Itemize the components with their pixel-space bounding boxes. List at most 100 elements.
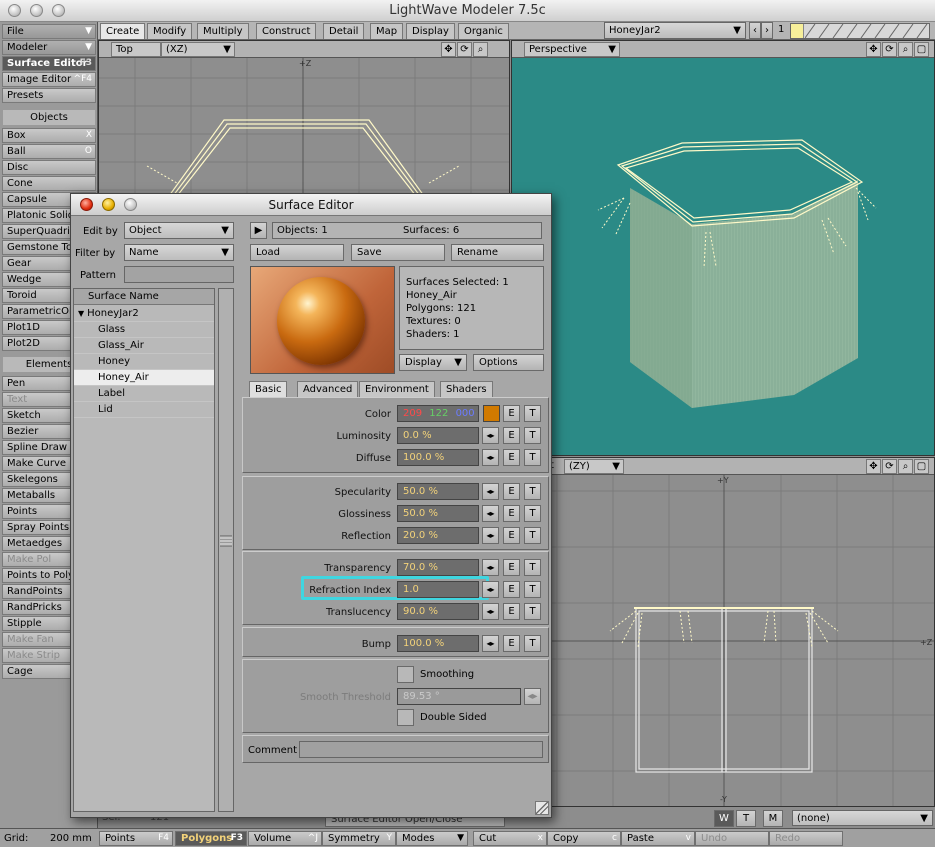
symmetry-button[interactable]: Symmetry Y bbox=[322, 831, 396, 846]
luminosity-field[interactable]: 0.0 % bbox=[397, 427, 479, 444]
double-sided-checkbox[interactable] bbox=[397, 709, 414, 726]
luminosity-envelope-button[interactable]: E bbox=[503, 427, 520, 444]
transparency-field[interactable]: 70.0 % bbox=[397, 559, 479, 576]
redo-button[interactable]: Redo bbox=[769, 831, 843, 846]
reflection-field[interactable]: 20.0 % bbox=[397, 527, 479, 544]
undo-button[interactable]: Undo bbox=[695, 831, 769, 846]
subtab-environment[interactable]: Environment bbox=[359, 381, 435, 397]
surface-list-item[interactable]: Honey_Air bbox=[74, 370, 214, 386]
surface-preview[interactable] bbox=[250, 266, 395, 374]
surface-list-item[interactable]: Honey bbox=[74, 354, 214, 370]
maximize-view-icon[interactable]: ▢ bbox=[914, 459, 929, 474]
color-envelope-button[interactable]: E bbox=[503, 405, 520, 422]
points-button[interactable]: Points F4 bbox=[99, 831, 173, 846]
scrollbar-grip-icon[interactable] bbox=[220, 535, 232, 547]
bump-texture-button[interactable]: T bbox=[524, 635, 541, 652]
luminosity-stepper-icon[interactable]: ◂▸ bbox=[482, 427, 499, 444]
view-type-select[interactable]: Perspective ▼ bbox=[524, 42, 620, 57]
subtab-advanced[interactable]: Advanced bbox=[297, 381, 359, 397]
edit-by-select[interactable]: Object ▼ bbox=[124, 222, 234, 239]
paste-button[interactable]: Paste v bbox=[621, 831, 695, 846]
tab-construct[interactable]: Construct bbox=[256, 23, 317, 39]
translucency-field[interactable]: 90.0 % bbox=[397, 603, 479, 620]
diffuse-field[interactable]: 100.0 % bbox=[397, 449, 479, 466]
rotate-view-icon[interactable]: ⟳ bbox=[882, 459, 897, 474]
bump-field[interactable]: 100.0 % bbox=[397, 635, 479, 652]
refraction-index-field[interactable]: 1.0 bbox=[397, 581, 479, 598]
tab-organic[interactable]: Organic bbox=[458, 23, 509, 39]
tab-detail[interactable]: Detail bbox=[323, 23, 365, 39]
layer-bank[interactable] bbox=[790, 23, 930, 39]
load-button[interactable]: Load bbox=[250, 244, 344, 261]
modeler-menu-button[interactable]: Modeler ▼ bbox=[2, 40, 96, 55]
mode-w-button[interactable]: W bbox=[714, 810, 734, 827]
glossiness-texture-button[interactable]: T bbox=[524, 505, 541, 522]
glossiness-field[interactable]: 50.0 % bbox=[397, 505, 479, 522]
translucency-texture-button[interactable]: T bbox=[524, 603, 541, 620]
specularity-stepper-icon[interactable]: ◂▸ bbox=[482, 483, 499, 500]
surface-list-item[interactable]: Glass_Air bbox=[74, 338, 214, 354]
color-texture-button[interactable]: T bbox=[524, 405, 541, 422]
mode-m-button[interactable]: M bbox=[763, 810, 783, 827]
tab-display[interactable]: Display bbox=[406, 23, 455, 39]
display-select[interactable]: Display ▼ bbox=[399, 354, 467, 371]
color-value-field[interactable]: 209 122 000 bbox=[397, 405, 479, 422]
view-axes-select[interactable]: (XZ) ▼ bbox=[161, 42, 235, 57]
tool-disc-button[interactable]: Disc bbox=[2, 160, 96, 175]
weight-map-select[interactable]: (none) ▼ bbox=[792, 810, 933, 826]
surface-list-item[interactable]: Lid bbox=[74, 402, 214, 418]
options-button[interactable]: Options bbox=[473, 354, 544, 371]
zoom-view-icon[interactable]: ⌕ bbox=[898, 42, 913, 57]
move-view-icon[interactable]: ✥ bbox=[866, 42, 881, 57]
bump-envelope-button[interactable]: E bbox=[503, 635, 520, 652]
tool-cone-button[interactable]: Cone bbox=[2, 176, 96, 191]
comment-input[interactable] bbox=[299, 741, 543, 758]
file-menu-button[interactable]: File ▼ bbox=[2, 24, 96, 39]
object-list-item[interactable]: ▼ HoneyJar2 bbox=[74, 306, 214, 322]
smoothing-checkbox[interactable] bbox=[397, 666, 414, 683]
object-selector[interactable]: HoneyJar2 ▼ bbox=[604, 22, 746, 39]
mode-t-button[interactable]: T bbox=[736, 810, 756, 827]
reflection-texture-button[interactable]: T bbox=[524, 527, 541, 544]
tab-modify[interactable]: Modify bbox=[147, 23, 193, 39]
specularity-field[interactable]: 50.0 % bbox=[397, 483, 479, 500]
cut-button[interactable]: Cut x bbox=[473, 831, 547, 846]
transparency-texture-button[interactable]: T bbox=[524, 559, 541, 576]
volume-button[interactable]: Volume ^J bbox=[248, 831, 322, 846]
maximize-view-icon[interactable]: ▢ bbox=[914, 42, 929, 57]
diffuse-stepper-icon[interactable]: ◂▸ bbox=[482, 449, 499, 466]
smooth-threshold-stepper[interactable]: ◂▸ bbox=[524, 688, 541, 705]
refraction-index-stepper-icon[interactable]: ◂▸ bbox=[482, 581, 499, 598]
glossiness-stepper-icon[interactable]: ◂▸ bbox=[482, 505, 499, 522]
filter-by-select[interactable]: Name ▼ bbox=[124, 244, 234, 261]
surface-editor-button[interactable]: Surface Editor F3 bbox=[2, 56, 96, 71]
color-swatch[interactable] bbox=[483, 405, 500, 422]
specularity-texture-button[interactable]: T bbox=[524, 483, 541, 500]
surface-list-scrollbar[interactable] bbox=[218, 288, 234, 812]
glossiness-envelope-button[interactable]: E bbox=[503, 505, 520, 522]
tab-create[interactable]: Create bbox=[100, 23, 146, 39]
surface-list-item[interactable]: Label bbox=[74, 386, 214, 402]
diffuse-envelope-button[interactable]: E bbox=[503, 449, 520, 466]
tab-multiply[interactable]: Multiply bbox=[197, 23, 249, 39]
rotate-view-icon[interactable]: ⟳ bbox=[457, 42, 472, 57]
view-type-select[interactable]: Top bbox=[111, 42, 161, 57]
play-arrow-button[interactable]: ▶ bbox=[250, 222, 267, 239]
specularity-envelope-button[interactable]: E bbox=[503, 483, 520, 500]
prev-layer-button[interactable]: ‹ bbox=[749, 22, 761, 39]
copy-button[interactable]: Copy c bbox=[547, 831, 621, 846]
viewport-perspective[interactable]: Perspective ▼ ✥ ⟳ ⌕ ▢ bbox=[511, 40, 935, 456]
view-axes-select[interactable]: (ZY) ▼ bbox=[564, 459, 624, 474]
luminosity-texture-button[interactable]: T bbox=[524, 427, 541, 444]
save-button[interactable]: Save bbox=[351, 244, 445, 261]
subtab-shaders[interactable]: Shaders bbox=[440, 381, 493, 397]
resize-grip-icon[interactable] bbox=[535, 801, 549, 815]
next-layer-button[interactable]: › bbox=[761, 22, 773, 39]
reflection-stepper-icon[interactable]: ◂▸ bbox=[482, 527, 499, 544]
refraction-index-texture-button[interactable]: T bbox=[524, 581, 541, 598]
viewport-right[interactable]: t (ZY)▼ ✥ ⟳ ⌕ ▢ +Y +Z -Y bbox=[511, 457, 935, 807]
zoom-view-icon[interactable]: ⌕ bbox=[473, 42, 488, 57]
refraction-index-envelope-button[interactable]: E bbox=[503, 581, 520, 598]
surface-editor-titlebar[interactable]: Surface Editor bbox=[71, 194, 551, 216]
layer-slot-active[interactable] bbox=[791, 24, 804, 38]
